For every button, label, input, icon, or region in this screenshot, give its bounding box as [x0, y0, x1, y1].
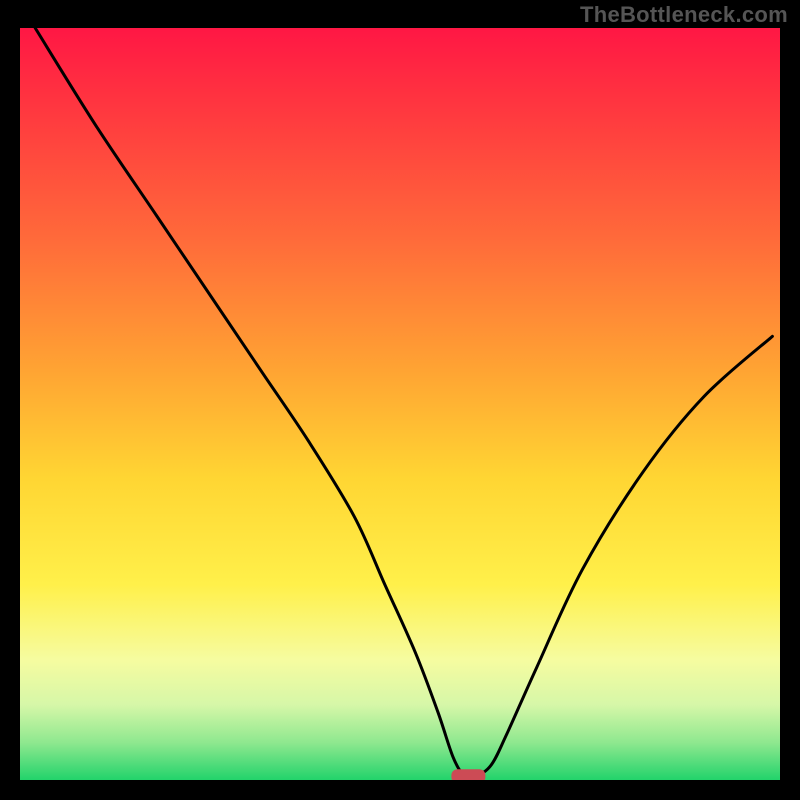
plot-area	[20, 28, 780, 780]
optimal-marker	[451, 769, 485, 780]
gradient-background	[20, 28, 780, 780]
chart-frame: TheBottleneck.com	[0, 0, 800, 800]
chart-svg	[20, 28, 780, 780]
watermark-text: TheBottleneck.com	[580, 2, 788, 28]
